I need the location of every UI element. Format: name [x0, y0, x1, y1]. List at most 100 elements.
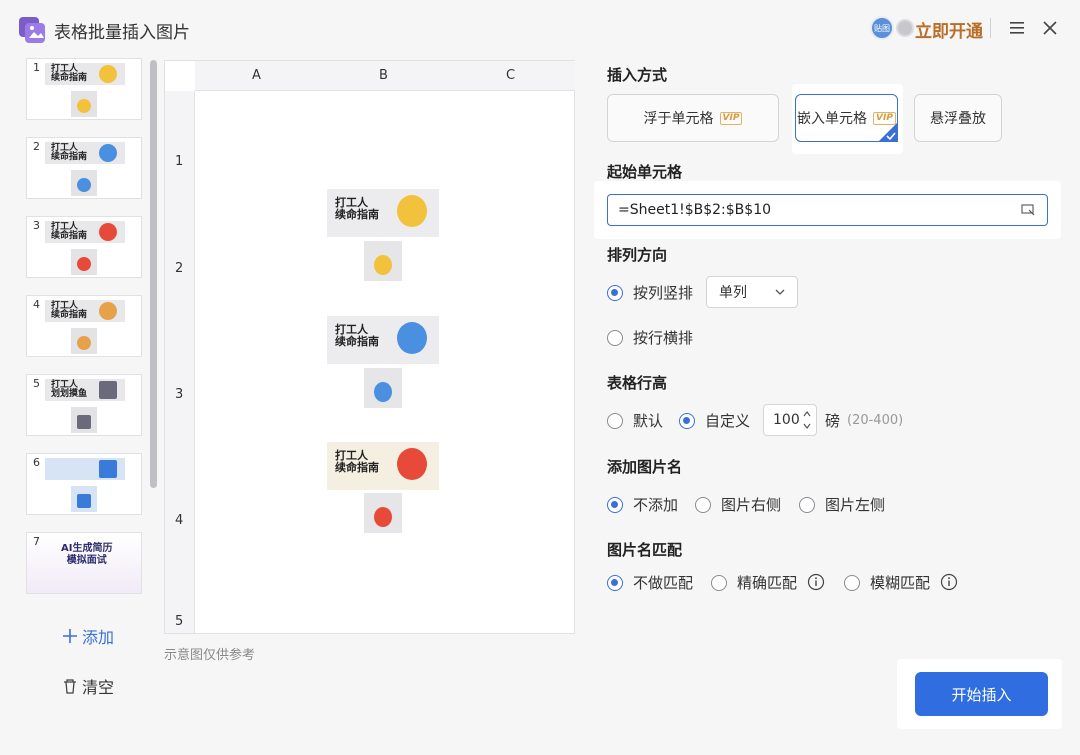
radio-name-left[interactable]: 图片左侧 — [799, 494, 885, 515]
radio-by-column[interactable]: 按列竖排 — [607, 282, 693, 303]
thumbnail-poster: 打工人 划划摸鱼 — [45, 379, 125, 401]
row-height-title: 表格行高 — [607, 374, 668, 392]
cell-image-mini — [364, 241, 402, 281]
thumbnail-item[interactable]: 5 打工人 划划摸鱼 — [26, 374, 142, 436]
menu-icon[interactable] — [1008, 20, 1026, 36]
emoji-face-icon — [99, 223, 117, 241]
trash-icon — [64, 679, 76, 694]
emoji-face-icon — [397, 195, 427, 227]
name-match-title: 图片名匹配 — [607, 541, 683, 559]
add-label: 添加 — [82, 628, 115, 647]
poster-text: 打工人 续命指南 — [51, 301, 88, 320]
poster-text: 打工人 续命指南 — [335, 323, 379, 348]
image-name-title: 添加图片名 — [607, 458, 683, 476]
mode-embed-button[interactable]: 嵌入单元格 VIP — [795, 94, 898, 142]
thumbnail-number: 4 — [33, 298, 40, 311]
direction-title: 排列方向 — [607, 246, 668, 264]
thumbnail-poster: 打工人 续命指南 — [45, 63, 125, 85]
radio-dot — [607, 284, 623, 301]
clear-label: 清空 — [82, 678, 115, 697]
emoji-face-icon — [374, 255, 392, 275]
poster-text: 打工人 续命指南 — [51, 222, 88, 241]
emoji-face-icon — [99, 144, 117, 162]
chevron-down-icon — [775, 289, 785, 295]
image-thumbnail-list[interactable]: 1 打工人 续命指南 2 打工人 续命指南 3 打工人 续命指南 4 打工人 续… — [22, 58, 146, 608]
thumbnail-poster — [45, 458, 125, 480]
thumbnail-item[interactable]: 6 — [26, 453, 142, 515]
stepper-arrows-icon[interactable] — [802, 408, 812, 432]
radio-custom-height[interactable]: 自定义 — [679, 410, 750, 431]
poster-text: 打工人 续命指南 — [335, 449, 379, 474]
cell-image: 打工人 续命指南 — [327, 189, 439, 237]
thumbnail-mini — [71, 91, 97, 117]
radio-name-right[interactable]: 图片右侧 — [695, 494, 781, 515]
radio-label: 图片左侧 — [825, 496, 886, 514]
thumbnail-poster: 打工人 续命指南 — [45, 142, 125, 164]
cell-image: 打工人 续命指南 — [327, 316, 439, 364]
radio-label: 自定义 — [705, 412, 751, 430]
stepper-value: 100 — [773, 412, 800, 428]
window-title: 表格批量插入图片 — [54, 23, 190, 43]
height-unit: 磅 — [825, 412, 841, 430]
laptop-icon — [77, 415, 91, 429]
start-cell-input[interactable]: =Sheet1!$B$2:$B$10 — [607, 194, 1048, 226]
column-header-c: C — [506, 68, 516, 83]
insert-mode-title: 插入方式 — [607, 66, 668, 84]
thumbnail-mini — [71, 486, 97, 512]
close-icon[interactable] — [1040, 18, 1060, 38]
thumbnail-scrollbar[interactable] — [150, 60, 157, 488]
start-cell-value: =Sheet1!$B$2:$B$10 — [618, 202, 772, 218]
vip-coin-icon — [896, 19, 914, 37]
radio-dot — [844, 574, 860, 591]
thumbnail-item[interactable]: 2 打工人 续命指南 — [26, 137, 142, 199]
row-header-1: 1 — [175, 154, 184, 169]
thumbnail-mini — [71, 328, 97, 354]
select-range-icon[interactable] — [1021, 204, 1035, 216]
column-header-bar: A B C — [195, 61, 575, 91]
thumbnail-item[interactable]: 7 AI生成简历 模拟面试 — [26, 532, 142, 594]
thumbnail-number: 1 — [33, 61, 40, 74]
emoji-face-icon — [397, 448, 427, 480]
avatar[interactable]: 贴图 — [870, 16, 894, 40]
emoji-face-icon — [77, 257, 91, 271]
start-cell-title: 起始单元格 — [607, 163, 683, 181]
emoji-face-icon — [374, 382, 392, 402]
mode-label: 浮于单元格 — [643, 111, 714, 127]
radio-dot — [607, 496, 623, 513]
radio-dot — [607, 412, 623, 429]
info-icon[interactable] — [807, 573, 825, 591]
mode-label: 悬浮叠放 — [930, 111, 986, 127]
cell-image: 打工人 续命指南 — [327, 442, 439, 490]
open-vip-link[interactable]: 立即开通 — [915, 17, 983, 42]
thumbnail-number: 7 — [33, 535, 40, 548]
check-icon — [878, 122, 898, 142]
clear-images-button[interactable]: 清空 — [62, 674, 114, 698]
radio-by-row[interactable]: 按行横排 — [607, 327, 693, 348]
mode-float-button[interactable]: 浮于单元格 VIP — [607, 94, 779, 142]
thumbnail-item[interactable]: 4 打工人 续命指南 — [26, 295, 142, 357]
radio-match-fuzzy[interactable]: 模糊匹配 — [844, 572, 930, 593]
row-header-3: 3 — [175, 387, 184, 402]
radio-label: 图片右侧 — [721, 496, 782, 514]
info-icon[interactable] — [940, 573, 958, 591]
radio-match-exact[interactable]: 精确匹配 — [711, 572, 797, 593]
radio-default-height[interactable]: 默认 — [607, 410, 663, 431]
add-image-button[interactable]: 添加 — [62, 624, 114, 648]
radio-name-none[interactable]: 不添加 — [607, 494, 678, 515]
row-header-4: 4 — [175, 513, 184, 528]
cat-icon — [77, 336, 91, 350]
radio-dot — [799, 496, 815, 513]
thumbnail-item[interactable]: 1 打工人 续命指南 — [26, 58, 142, 120]
radio-label: 不做匹配 — [633, 574, 694, 592]
cat-icon — [99, 302, 117, 320]
thumbnail-item[interactable]: 3 打工人 续命指南 — [26, 216, 142, 278]
start-insert-button[interactable]: 开始插入 — [915, 672, 1048, 716]
radio-match-none[interactable]: 不做匹配 — [607, 572, 693, 593]
plus-icon — [63, 629, 77, 643]
laptop-icon — [99, 381, 117, 399]
thumbnail-poster: 打工人 续命指南 — [45, 300, 125, 322]
column-count-select[interactable]: 单列 — [706, 276, 798, 308]
poster-text: 打工人 续命指南 — [51, 143, 88, 162]
mode-overlay-button[interactable]: 悬浮叠放 — [914, 94, 1002, 142]
row-height-stepper[interactable]: 100 — [763, 404, 817, 436]
